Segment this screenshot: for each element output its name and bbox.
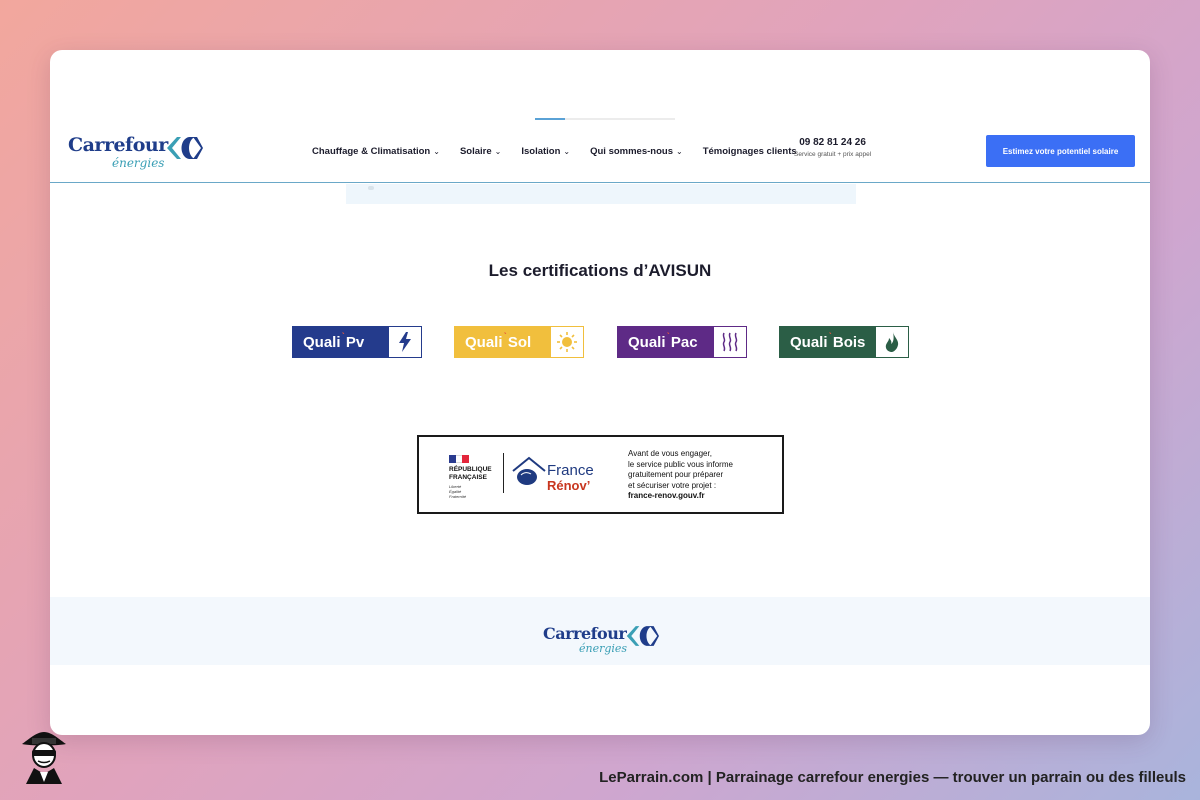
certification-badges: Quali ˋ Pv Quali ˋ Sol Quali ˋ Pac Quali… — [292, 326, 912, 358]
nav-label: Chauffage & Climatisation — [312, 146, 431, 157]
logo-subtitle: énergies — [579, 642, 628, 655]
site-footer: Carrefour énergies — [50, 597, 1150, 665]
badge-prefix: Quali — [465, 333, 503, 351]
french-flag-icon — [449, 455, 470, 463]
france-renov-banner[interactable]: RÉPUBLIQUE FRANÇAISE Liberté Égalité Frater… — [417, 435, 784, 514]
certifications-title: Les certifications d’AVISUN — [488, 261, 712, 280]
heat-waves-icon — [714, 327, 746, 357]
qualibois-badge: Quali ˋ Bois — [779, 326, 909, 358]
sun-icon — [551, 327, 583, 357]
logo-subtitle: énergies — [112, 156, 165, 170]
divider — [503, 453, 504, 493]
badge-suffix: Bois — [832, 333, 866, 351]
renov-text-line: et sécuriser votre projet : — [628, 480, 717, 490]
logo-wordmark: Carrefour — [543, 624, 627, 643]
main-nav: Chauffage & Climatisation ⌄ Solaire ⌄ Isol… — [312, 146, 817, 157]
logo-wordmark: Carrefour — [68, 134, 168, 156]
renov-text-line: gratuitement pour préparer — [628, 470, 724, 479]
badge-suffix: Sol — [507, 333, 532, 351]
nav-item-chauffage[interactable]: Chauffage & Climatisation ⌄ — [312, 146, 440, 157]
page-caption: LeParrain.com | Parrainage carrefour ene… — [599, 769, 1186, 786]
phone-contact[interactable]: 09 82 81 24 26 Service gratuit + prix ap… — [794, 137, 871, 158]
nav-label: Témoignages clients — [702, 146, 797, 157]
brand-france: France — [547, 462, 594, 479]
nav-label: Qui sommes-nous — [590, 146, 673, 157]
estimate-solar-button[interactable]: Estimez votre potentiel solaire — [986, 135, 1135, 167]
chevron-down-icon: ⌄ — [675, 147, 683, 156]
phone-note: Service gratuit + prix appel — [794, 151, 872, 158]
site-header: Carrefour énergies Chauffage & Climatisa… — [50, 128, 1150, 183]
chevron-down-icon: ⌄ — [494, 147, 502, 156]
nav-item-qui-sommes-nous[interactable]: Qui sommes-nous ⌄ — [590, 146, 683, 157]
nav-label: Solaire — [459, 146, 492, 157]
nav-item-isolation[interactable]: Isolation ⌄ — [521, 146, 570, 157]
badge-prefix: Quali — [790, 333, 828, 351]
chevron-down-icon: ⌄ — [563, 147, 571, 156]
browser-window: Carrefour énergies Chauffage & Climatisa… — [50, 50, 1150, 735]
republique-line: RÉPUBLIQUE — [449, 466, 492, 473]
france-renov-link[interactable]: france-renov.gouv.fr — [628, 491, 733, 502]
nav-label: Isolation — [521, 146, 561, 157]
nav-item-solaire[interactable]: Solaire ⌄ — [460, 146, 501, 157]
site-logo[interactable]: Carrefour énergies — [68, 134, 208, 174]
france-renov-text: Avant de vous engager, le service public… — [628, 449, 733, 502]
france-renov-brand: France Rénov’ — [547, 463, 594, 493]
renov-text-line: Avant de vous engager, — [628, 449, 712, 458]
qualisol-badge: Quali ˋ Sol — [454, 326, 584, 358]
badge-prefix: Quali — [628, 333, 666, 351]
badge-suffix: Pv — [345, 333, 365, 351]
flame-icon — [876, 327, 908, 357]
spy-mascot-icon — [22, 732, 66, 784]
brand-renov: Rénov’ — [547, 478, 591, 493]
content-strip — [346, 184, 856, 204]
footer-logo[interactable]: Carrefour énergies — [543, 624, 673, 658]
renov-text-line: le service public vous informe — [628, 459, 733, 469]
chevron-down-icon: ⌄ — [433, 147, 440, 156]
house-icon — [512, 456, 546, 485]
carousel-indicator — [535, 118, 675, 120]
republique-francaise-logo: RÉPUBLIQUE FRANÇAISE Liberté Égalité Frater… — [449, 455, 492, 499]
qualipac-badge: Quali ˋ Pac — [617, 326, 747, 358]
badge-prefix: Quali — [303, 333, 341, 351]
carrefour-logo-icon — [626, 626, 659, 646]
qualipv-badge: Quali ˋ Pv — [292, 326, 422, 358]
phone-number: 09 82 81 24 26 — [799, 137, 866, 148]
carrefour-logo-icon — [167, 137, 203, 159]
motto-line: Fraternité — [449, 494, 467, 499]
carousel-indicator-active — [535, 118, 565, 120]
francaise-line: FRANÇAISE — [449, 474, 487, 481]
badge-suffix: Pac — [670, 333, 698, 351]
lightning-icon — [389, 327, 421, 357]
strip-icon — [368, 186, 374, 190]
nav-item-temoignages[interactable]: Témoignages clients — [703, 146, 797, 157]
